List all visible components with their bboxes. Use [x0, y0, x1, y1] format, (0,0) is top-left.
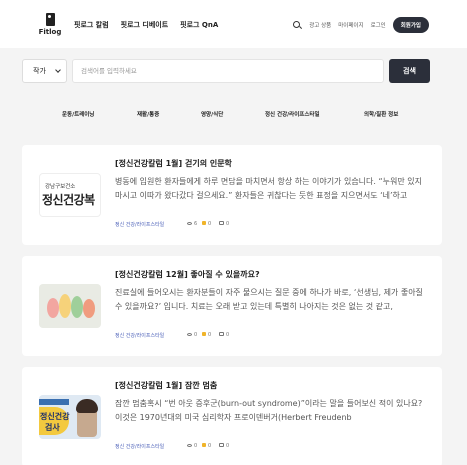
like-icon: [202, 443, 206, 447]
thumbnail-figure: [59, 294, 71, 318]
view-count: 0: [187, 332, 197, 338]
category-exercise[interactable]: 운동/트레이닝: [62, 110, 94, 118]
logo-text: Fitlog: [38, 28, 62, 36]
search-button[interactable]: 검색: [389, 59, 430, 83]
search-icon[interactable]: [293, 20, 302, 30]
view-count: 6: [187, 221, 197, 227]
thumbnail-person-hair: [76, 399, 98, 413]
article-card[interactable]: [정신건강칼럼 12월] 좋아질 수 있을까요? 진료실에 들어오시는 환자분들…: [22, 256, 442, 356]
thumbnail-title: 정신건강: [40, 412, 70, 421]
mypage-link[interactable]: 마이페이지: [338, 21, 363, 29]
search-type-select[interactable]: 작가: [22, 59, 67, 83]
category-rehab[interactable]: 재활/통증: [137, 110, 159, 118]
nav-item-qna[interactable]: 핏로그 QnA: [180, 20, 218, 30]
eye-icon: [187, 333, 192, 336]
thumbnail-figure: [71, 296, 83, 318]
thumbnail-title: 정신건강복: [42, 193, 95, 207]
site-header: Fitlog 핏로그 칼럼 핏로그 디베이트 핏로그 QnA 광고 상품 마이페…: [0, 0, 467, 48]
search-type-value: 작가: [33, 67, 46, 75]
article-category[interactable]: 정신 건강/라이프스타일: [115, 221, 164, 228]
article-category[interactable]: 정신 건강/라이프스타일: [115, 443, 164, 450]
article-category[interactable]: 정신 건강/라이프스타일: [115, 332, 164, 339]
signup-button[interactable]: 회원가입: [392, 17, 429, 33]
like-icon: [202, 221, 206, 225]
article-thumbnail: 정신건강 검사: [39, 395, 101, 439]
article-thumbnail: [39, 284, 101, 328]
article-thumbnail: 강남구보건소 정신건강복: [39, 173, 101, 217]
login-link[interactable]: 로그인: [371, 21, 386, 29]
category-nutrition[interactable]: 영양/식단: [201, 110, 223, 118]
article-title[interactable]: [정신건강칼럼 12월] 좋아질 수 있을까요?: [115, 269, 260, 280]
like-icon: [202, 332, 206, 336]
article-card[interactable]: 정신건강 검사 [정신건강칼럼 1월] 잠깐 멈춤 잠깐 멈춤혹시 “번 아웃 …: [22, 367, 442, 465]
comment-icon: [219, 443, 224, 447]
search-input[interactable]: [72, 59, 384, 83]
comment-count: 0: [219, 332, 229, 338]
comment-icon: [219, 221, 224, 225]
like-count: 0: [202, 332, 211, 338]
chevron-down-icon: [55, 67, 61, 73]
thumbnail-banner: [39, 399, 69, 405]
article-excerpt: 잠깐 멈춤혹시 “번 아웃 증후군(burn-out syndrome)”이라는…: [115, 399, 423, 422]
ad-products-link[interactable]: 광고 상품: [309, 21, 331, 29]
comment-count: 0: [219, 221, 229, 227]
article-meta: 정신 건강/라이프스타일 0 0 0: [115, 443, 265, 451]
main-nav: 핏로그 칼럼 핏로그 디베이트 핏로그 QnA: [74, 20, 218, 30]
article-meta: 정신 건강/라이프스타일 6 0 0: [115, 221, 265, 229]
comment-count: 0: [219, 443, 229, 449]
article-card[interactable]: 강남구보건소 정신건강복 [정신건강칼럼 1월] 걷기의 인문학 병동에 입원한…: [22, 145, 442, 245]
article-title[interactable]: [정신건강칼럼 1월] 걷기의 인문학: [115, 158, 232, 169]
article-excerpt: 병동에 입원한 환자들에게 하루 면담을 마치면서 항상 하는 이야기가 있습니…: [115, 177, 422, 200]
eye-icon: [187, 444, 192, 447]
logo[interactable]: Fitlog: [38, 13, 62, 36]
article-title[interactable]: [정신건강칼럼 1월] 잠깐 멈춤: [115, 380, 217, 391]
comment-icon: [219, 332, 224, 336]
eye-icon: [187, 222, 192, 225]
thumbnail-figure: [47, 298, 59, 318]
thumbnail-subtitle: 검사: [45, 423, 60, 432]
article-meta: 정신 건강/라이프스타일 0 0 0: [115, 332, 265, 340]
like-count: 0: [202, 443, 211, 449]
category-mental-health[interactable]: 정신 건강/라이프스타일: [265, 110, 320, 118]
logo-icon: [45, 13, 55, 26]
like-count: 0: [202, 221, 211, 227]
view-count: 0: [187, 443, 197, 449]
nav-item-debate[interactable]: 핏로그 디베이트: [121, 20, 169, 30]
thumbnail-caption: 강남구보건소: [45, 184, 76, 190]
category-medical[interactable]: 의학/질환 정보: [364, 110, 398, 118]
article-excerpt: 진료실에 들어오시는 환자분들이 자주 물으시는 질문 중에 하나가 바로, ‘…: [115, 288, 423, 311]
header-actions: 광고 상품 마이페이지 로그인 회원가입: [293, 17, 429, 33]
nav-item-column[interactable]: 핏로그 칼럼: [74, 20, 109, 30]
thumbnail-figure: [83, 299, 95, 318]
search-bar: 작가 검색: [22, 59, 430, 83]
